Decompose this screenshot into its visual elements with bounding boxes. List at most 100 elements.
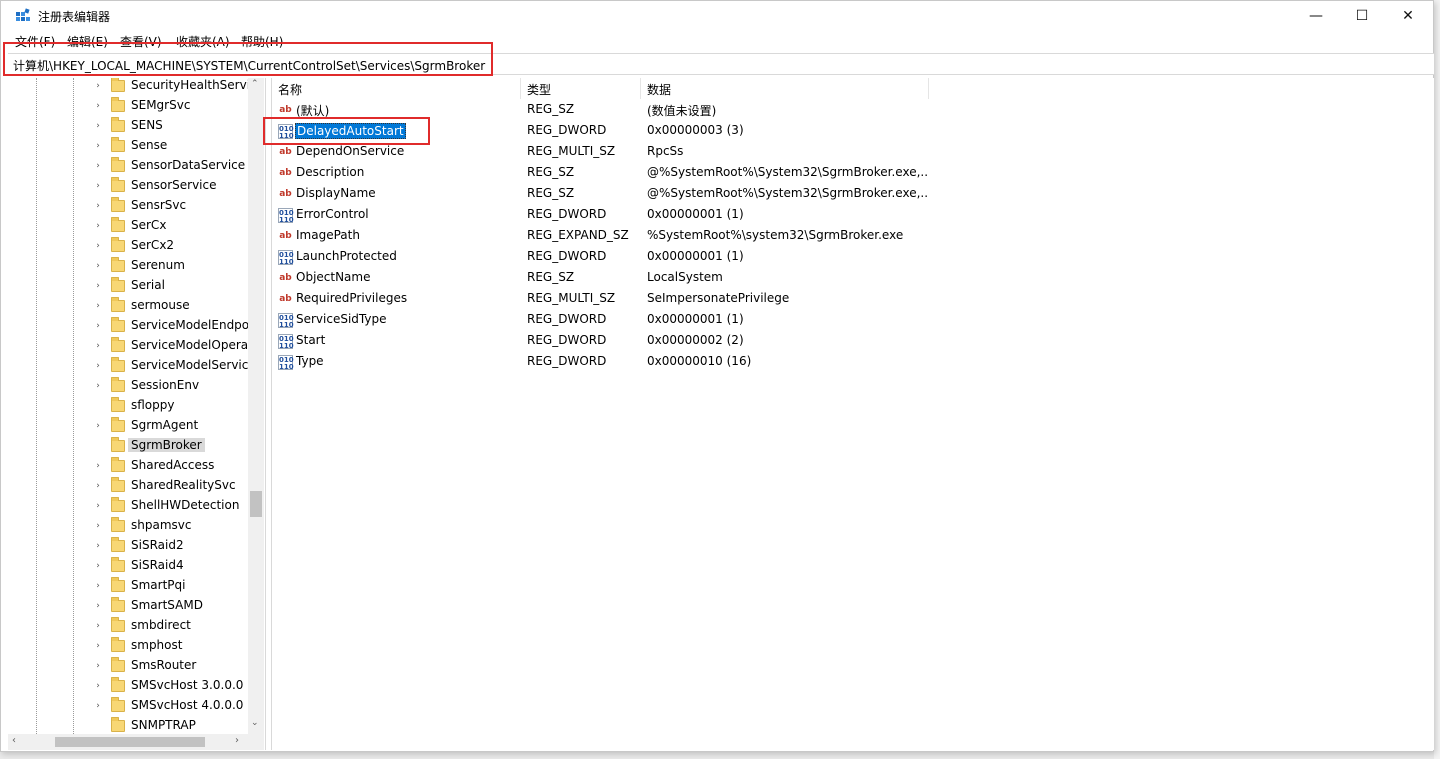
expand-arrow-icon[interactable]: › bbox=[93, 120, 103, 132]
expand-arrow-icon[interactable]: › bbox=[93, 280, 103, 292]
tree-item[interactable]: › SharedRealitySvc bbox=[93, 476, 263, 496]
value-row[interactable]: 010 110 ServiceSidType REG_DWORD 0x00000001… bbox=[272, 310, 932, 331]
value-row[interactable]: ab Description REG_SZ @%SystemRoot%\System3… bbox=[272, 163, 932, 184]
value-name[interactable]: DisplayName bbox=[295, 186, 377, 200]
tree-item[interactable]: › SmsRouter bbox=[93, 656, 263, 676]
expand-arrow-icon[interactable]: › bbox=[93, 700, 103, 712]
expand-arrow-icon[interactable]: › bbox=[93, 260, 103, 272]
menu-view[interactable]: 查看(V) bbox=[120, 33, 162, 50]
expand-arrow-icon[interactable]: › bbox=[93, 480, 103, 492]
expand-arrow-icon[interactable]: › bbox=[93, 180, 103, 192]
expand-arrow-icon[interactable]: › bbox=[93, 80, 103, 92]
tree-item[interactable]: › ShellHWDetection bbox=[93, 496, 263, 516]
expand-arrow-icon[interactable]: › bbox=[93, 600, 103, 612]
title-bar[interactable]: 注册表编辑器 — ☐ ✕ bbox=[1, 1, 1433, 31]
tree-item[interactable]: › SiSRaid4 bbox=[93, 556, 263, 576]
expand-arrow-icon[interactable]: › bbox=[93, 320, 103, 332]
value-row[interactable]: ab RequiredPrivileges REG_MULTI_SZ SeImpers… bbox=[272, 289, 932, 310]
tree-item[interactable]: SgrmBroker bbox=[93, 436, 263, 456]
expand-arrow-icon[interactable]: › bbox=[93, 660, 103, 672]
value-name[interactable]: ObjectName bbox=[295, 270, 371, 284]
expand-arrow-icon[interactable]: › bbox=[93, 620, 103, 632]
maximize-button[interactable]: ☐ bbox=[1339, 1, 1385, 31]
value-name[interactable]: Description bbox=[295, 165, 365, 179]
expand-arrow-icon[interactable]: › bbox=[93, 680, 103, 692]
value-name[interactable]: RequiredPrivileges bbox=[295, 291, 408, 305]
expand-arrow-icon[interactable]: › bbox=[93, 640, 103, 652]
tree-vertical-scrollbar[interactable]: ⌃ ⌄ bbox=[248, 78, 264, 734]
value-name[interactable]: (默认) bbox=[295, 102, 330, 119]
tree-item[interactable]: › SessionEnv bbox=[93, 376, 263, 396]
tree-item[interactable]: › Sense bbox=[93, 136, 263, 156]
tree-item[interactable]: › sermouse bbox=[93, 296, 263, 316]
tree-item[interactable]: › smphost bbox=[93, 636, 263, 656]
tree-item[interactable]: › SensrSvc bbox=[93, 196, 263, 216]
tree-item[interactable]: › SMSvcHost 3.0.0.0 bbox=[93, 676, 263, 696]
value-row[interactable]: ab DisplayName REG_SZ @%SystemRoot%\System3… bbox=[272, 184, 932, 205]
tree-item[interactable]: › smbdirect bbox=[93, 616, 263, 636]
value-row[interactable]: ab (默认) REG_SZ (数值未设置) bbox=[272, 100, 932, 121]
tree-item[interactable]: › ServiceModelEndpo bbox=[93, 316, 263, 336]
menu-file[interactable]: 文件(F) bbox=[15, 33, 55, 50]
values-list[interactable]: 名称 类型 数据 ab (默认) REG_SZ (数值未设置) 010 110 Delay… bbox=[271, 78, 1434, 750]
value-row[interactable]: ab ObjectName REG_SZ LocalSystem bbox=[272, 268, 932, 289]
close-button[interactable]: ✕ bbox=[1385, 1, 1431, 31]
expand-arrow-icon[interactable]: › bbox=[93, 500, 103, 512]
value-row[interactable]: 010 110 Start REG_DWORD 0x00000002 (2) bbox=[272, 331, 932, 352]
tree-item[interactable]: › SerCx bbox=[93, 216, 263, 236]
registry-tree[interactable]: › SecurityHealthServic › SEMgrSvc › SENS › Sens… bbox=[8, 78, 266, 750]
tree-item[interactable]: › SgrmAgent bbox=[93, 416, 263, 436]
scroll-up-icon[interactable]: ⌃ bbox=[251, 79, 259, 89]
expand-arrow-icon[interactable]: › bbox=[93, 160, 103, 172]
menu-edit[interactable]: 编辑(E) bbox=[67, 33, 108, 50]
value-name[interactable]: ImagePath bbox=[295, 228, 361, 242]
tree-item[interactable]: › SiSRaid2 bbox=[93, 536, 263, 556]
value-row[interactable]: 010 110 LaunchProtected REG_DWORD 0x0000000… bbox=[272, 247, 932, 268]
column-header-name[interactable]: 名称 bbox=[272, 78, 521, 99]
value-row[interactable]: ab DependOnService REG_MULTI_SZ RpcSs bbox=[272, 142, 932, 163]
expand-arrow-icon[interactable]: › bbox=[93, 540, 103, 552]
minimize-button[interactable]: — bbox=[1293, 1, 1339, 31]
tree-item[interactable]: › Serenum bbox=[93, 256, 263, 276]
menu-favorites[interactable]: 收藏夹(A) bbox=[176, 33, 230, 50]
expand-arrow-icon[interactable]: › bbox=[93, 420, 103, 432]
address-path[interactable]: 计算机\HKEY_LOCAL_MACHINE\SYSTEM\CurrentCon… bbox=[13, 57, 485, 74]
value-row[interactable]: 010 110 ErrorControl REG_DWORD 0x00000001 (… bbox=[272, 205, 932, 226]
tree-item[interactable]: › SharedAccess bbox=[93, 456, 263, 476]
value-row[interactable]: ab ImagePath REG_EXPAND_SZ %SystemRoot%\sys… bbox=[272, 226, 932, 247]
tree-item[interactable]: › shpamsvc bbox=[93, 516, 263, 536]
menu-help[interactable]: 帮助(H) bbox=[241, 33, 283, 50]
tree-item[interactable]: › SMSvcHost 4.0.0.0 bbox=[93, 696, 263, 716]
tree-item[interactable]: › SerCx2 bbox=[93, 236, 263, 256]
tree-horizontal-scrollbar[interactable]: ‹ › bbox=[8, 734, 264, 750]
value-name[interactable]: Start bbox=[295, 333, 326, 347]
expand-arrow-icon[interactable]: › bbox=[93, 520, 103, 532]
tree-item[interactable]: SNMPTRAP bbox=[93, 716, 263, 736]
expand-arrow-icon[interactable]: › bbox=[93, 200, 103, 212]
expand-arrow-icon[interactable]: › bbox=[93, 140, 103, 152]
expand-arrow-icon[interactable]: › bbox=[93, 220, 103, 232]
expand-arrow-icon[interactable]: › bbox=[93, 360, 103, 372]
value-name[interactable]: DelayedAutoStart bbox=[295, 123, 406, 139]
value-name[interactable]: Type bbox=[295, 354, 325, 368]
value-name[interactable]: DependOnService bbox=[295, 144, 405, 158]
value-name[interactable]: ErrorControl bbox=[295, 207, 370, 221]
tree-item[interactable]: › SmartSAMD bbox=[93, 596, 263, 616]
tree-item[interactable]: › ServiceModelOpera bbox=[93, 336, 263, 356]
tree-item[interactable]: › SecurityHealthServic bbox=[93, 78, 263, 96]
value-name[interactable]: LaunchProtected bbox=[295, 249, 398, 263]
expand-arrow-icon[interactable]: › bbox=[93, 240, 103, 252]
value-row[interactable]: 010 110 DelayedAutoStart REG_DWORD 0x000000… bbox=[272, 121, 932, 142]
scroll-left-icon[interactable]: ‹ bbox=[12, 735, 16, 746]
expand-arrow-icon[interactable]: › bbox=[93, 460, 103, 472]
expand-arrow-icon[interactable]: › bbox=[93, 580, 103, 592]
expand-arrow-icon[interactable]: › bbox=[93, 380, 103, 392]
expand-arrow-icon[interactable]: › bbox=[93, 560, 103, 572]
tree-item[interactable]: › SEMgrSvc bbox=[93, 96, 263, 116]
value-row[interactable]: 010 110 Type REG_DWORD 0x00000010 (16) bbox=[272, 352, 932, 373]
value-name[interactable]: ServiceSidType bbox=[295, 312, 387, 326]
expand-arrow-icon[interactable]: › bbox=[93, 340, 103, 352]
address-bar[interactable]: 计算机\HKEY_LOCAL_MACHINE\SYSTEM\CurrentCon… bbox=[8, 53, 1434, 75]
tree-item[interactable]: › ServiceModelService bbox=[93, 356, 263, 376]
scroll-thumb[interactable] bbox=[250, 491, 262, 517]
